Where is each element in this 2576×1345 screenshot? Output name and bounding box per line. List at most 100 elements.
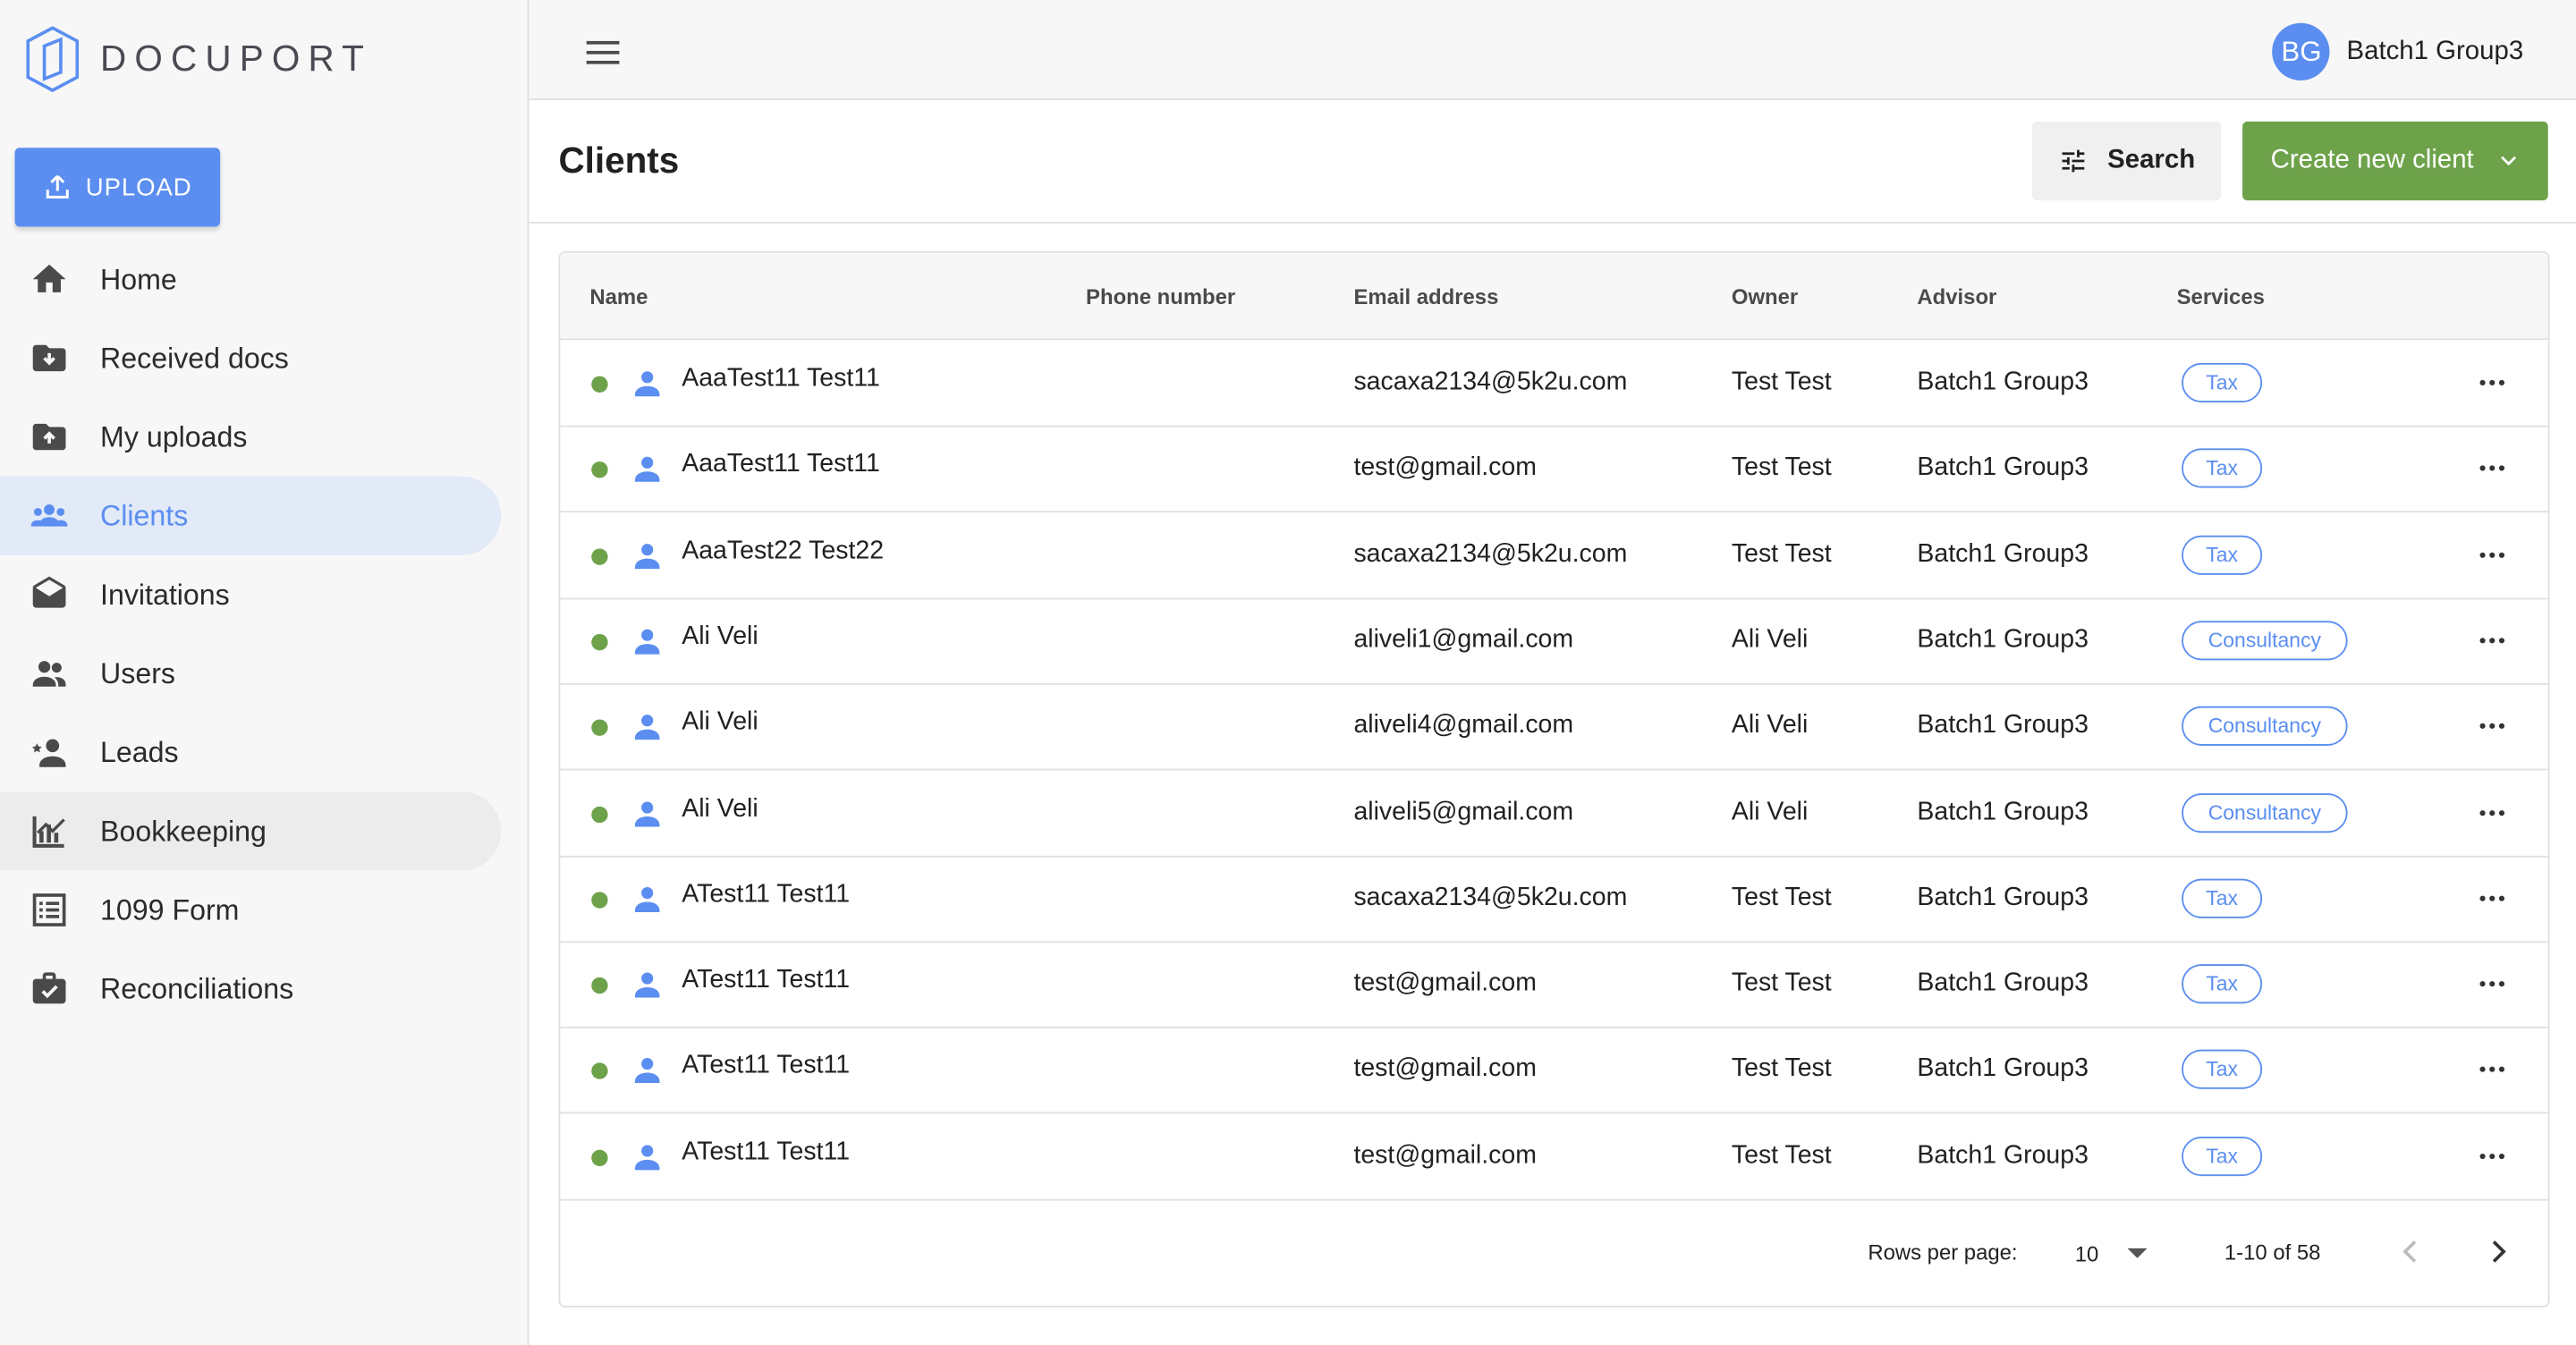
user-menu[interactable]: BG Batch1 Group3	[2272, 22, 2524, 80]
client-name[interactable]: ATest11 Test11	[682, 966, 850, 995]
client-email: test@gmail.com	[1353, 1054, 1537, 1084]
table-row[interactable]: AaaTest11 Test11 sacaxa2134@5k2u.com Test …	[560, 340, 2548, 427]
client-name[interactable]: AaaTest11 Test11	[682, 365, 880, 394]
more-options-button[interactable]	[2476, 1053, 2509, 1087]
table-row[interactable]: ATest11 Test11 test@gmail.com Test Test Bat…	[560, 1113, 2548, 1201]
sidebar-item-reconciliations[interactable]: Reconciliations	[0, 950, 501, 1028]
sidebar-item-label: Invitations	[100, 577, 230, 611]
client-owner: Ali Veli	[1731, 711, 1809, 740]
sidebar-item-clients[interactable]: Clients	[0, 476, 502, 555]
service-badge: Tax	[2182, 535, 2263, 575]
table-row[interactable]: Ali Veli aliveli4@gmail.com Ali Veli Batch1…	[560, 683, 2548, 771]
more-horizontal-icon	[2479, 895, 2505, 901]
sidebar-item-label: Received docs	[100, 341, 289, 374]
search-button[interactable]: Search	[2031, 121, 2222, 201]
client-advisor: Batch1 Group3	[1917, 1054, 2089, 1084]
client-name[interactable]: ATest11 Test11	[682, 1052, 850, 1081]
status-dot	[591, 805, 608, 823]
sidebar-item-label: Home	[100, 261, 177, 295]
client-name[interactable]: AaaTest22 Test22	[682, 537, 884, 566]
sidebar-item-home[interactable]: Home	[0, 240, 501, 318]
table-row[interactable]: Ali Veli aliveli5@gmail.com Ali Veli Batch1…	[560, 769, 2548, 857]
users-icon	[30, 654, 69, 693]
logo-text: DOCUPORT	[100, 38, 373, 80]
table-row[interactable]: ATest11 Test11 sacaxa2134@5k2u.com Test Te…	[560, 856, 2548, 943]
create-label: Create new client	[2270, 146, 2474, 174]
sidebar-item-invitations[interactable]: Invitations	[0, 555, 501, 634]
more-options-button[interactable]	[2476, 538, 2509, 571]
sidebar-item-leads[interactable]: Leads	[0, 713, 501, 791]
sidebar-item-users[interactable]: Users	[0, 634, 501, 713]
service-badge: Consultancy	[2182, 621, 2348, 661]
clients-table: Name Phone number Email address Owner Ad…	[558, 251, 2550, 1308]
sidebar-item-1099-form[interactable]: 1099 Form	[0, 870, 501, 949]
sidebar-item-received-docs[interactable]: Received docs	[0, 318, 501, 397]
table-row[interactable]: AaaTest22 Test22 sacaxa2134@5k2u.com Test …	[560, 512, 2548, 599]
column-header-advisor[interactable]: Advisor	[1917, 284, 1996, 309]
client-name[interactable]: Ali Veli	[682, 708, 758, 738]
more-horizontal-icon	[2479, 1153, 2505, 1159]
more-options-button[interactable]	[2476, 453, 2509, 486]
pagination-range: 1-10 of 58	[2224, 1239, 2321, 1265]
client-owner: Test Test	[1731, 539, 1832, 568]
table-row[interactable]: ATest11 Test11 test@gmail.com Test Test Bat…	[560, 942, 2548, 1028]
more-options-button[interactable]	[2476, 367, 2509, 400]
person-icon	[631, 1139, 664, 1172]
table-row[interactable]: AaaTest11 Test11 test@gmail.com Test Test B…	[560, 426, 2548, 513]
client-owner: Test Test	[1731, 453, 1832, 482]
sidebar-item-my-uploads[interactable]: My uploads	[0, 397, 501, 476]
more-options-button[interactable]	[2476, 968, 2509, 1001]
person-icon	[631, 538, 664, 571]
status-dot	[591, 977, 608, 994]
service-badge: Tax	[2182, 964, 2263, 1004]
more-horizontal-icon	[2479, 551, 2505, 558]
status-dot	[591, 1149, 608, 1166]
lead-star-icon	[30, 732, 69, 772]
page-title: Clients	[558, 140, 680, 182]
client-advisor: Batch1 Group3	[1917, 711, 2089, 740]
client-name[interactable]: AaaTest11 Test11	[682, 451, 880, 480]
client-advisor: Batch1 Group3	[1917, 625, 2089, 654]
column-header-services[interactable]: Services	[2177, 284, 2265, 309]
create-new-client-button[interactable]: Create new client	[2242, 121, 2548, 201]
table-row[interactable]: Ali Veli aliveli1@gmail.com Ali Veli Batch1…	[560, 597, 2548, 685]
more-options-button[interactable]	[2476, 882, 2509, 915]
username: Batch1 Group3	[2346, 37, 2524, 65]
client-name[interactable]: ATest11 Test11	[682, 880, 850, 909]
hamburger-menu-button[interactable]	[583, 33, 623, 72]
upload-button[interactable]: UPLOAD	[14, 148, 221, 227]
status-dot	[591, 891, 608, 909]
column-header-owner[interactable]: Owner	[1732, 284, 1798, 309]
client-email: sacaxa2134@5k2u.com	[1353, 883, 1628, 911]
client-advisor: Batch1 Group3	[1917, 539, 2089, 568]
next-page-button[interactable]	[2479, 1232, 2519, 1272]
sidebar-item-label: Clients	[100, 498, 189, 532]
service-badge: Consultancy	[2182, 792, 2348, 833]
more-options-button[interactable]	[2476, 796, 2509, 829]
client-name[interactable]: ATest11 Test11	[682, 1138, 850, 1167]
topbar: BG Batch1 Group3	[529, 0, 2576, 101]
client-name[interactable]: Ali Veli	[682, 794, 758, 824]
client-advisor: Batch1 Group3	[1917, 1140, 2089, 1170]
client-name[interactable]: Ali Veli	[682, 622, 758, 652]
menu-icon	[586, 40, 620, 64]
column-header-email[interactable]: Email address	[1353, 284, 1498, 309]
more-options-button[interactable]	[2476, 624, 2509, 657]
more-options-button[interactable]	[2476, 1139, 2509, 1172]
client-advisor: Batch1 Group3	[1917, 368, 2089, 396]
client-owner: Test Test	[1731, 1140, 1832, 1170]
sidebar-item-bookkeeping[interactable]: Bookkeeping	[0, 791, 502, 871]
client-email: sacaxa2134@5k2u.com	[1353, 368, 1628, 396]
previous-page-button[interactable]	[2390, 1232, 2429, 1272]
rows-per-page-select[interactable]: 10	[2075, 1235, 2174, 1271]
person-icon	[631, 710, 664, 743]
column-header-phone[interactable]: Phone number	[1086, 284, 1235, 309]
sidebar-item-label: 1099 Form	[100, 892, 240, 926]
avatar: BG	[2272, 22, 2331, 80]
more-options-button[interactable]	[2476, 710, 2509, 743]
column-header-name[interactable]: Name	[589, 284, 648, 309]
logo[interactable]: DOCUPORT	[26, 26, 373, 92]
chart-icon	[30, 811, 69, 850]
table-row[interactable]: ATest11 Test11 test@gmail.com Test Test Bat…	[560, 1028, 2548, 1114]
client-email: aliveli4@gmail.com	[1353, 711, 1574, 740]
